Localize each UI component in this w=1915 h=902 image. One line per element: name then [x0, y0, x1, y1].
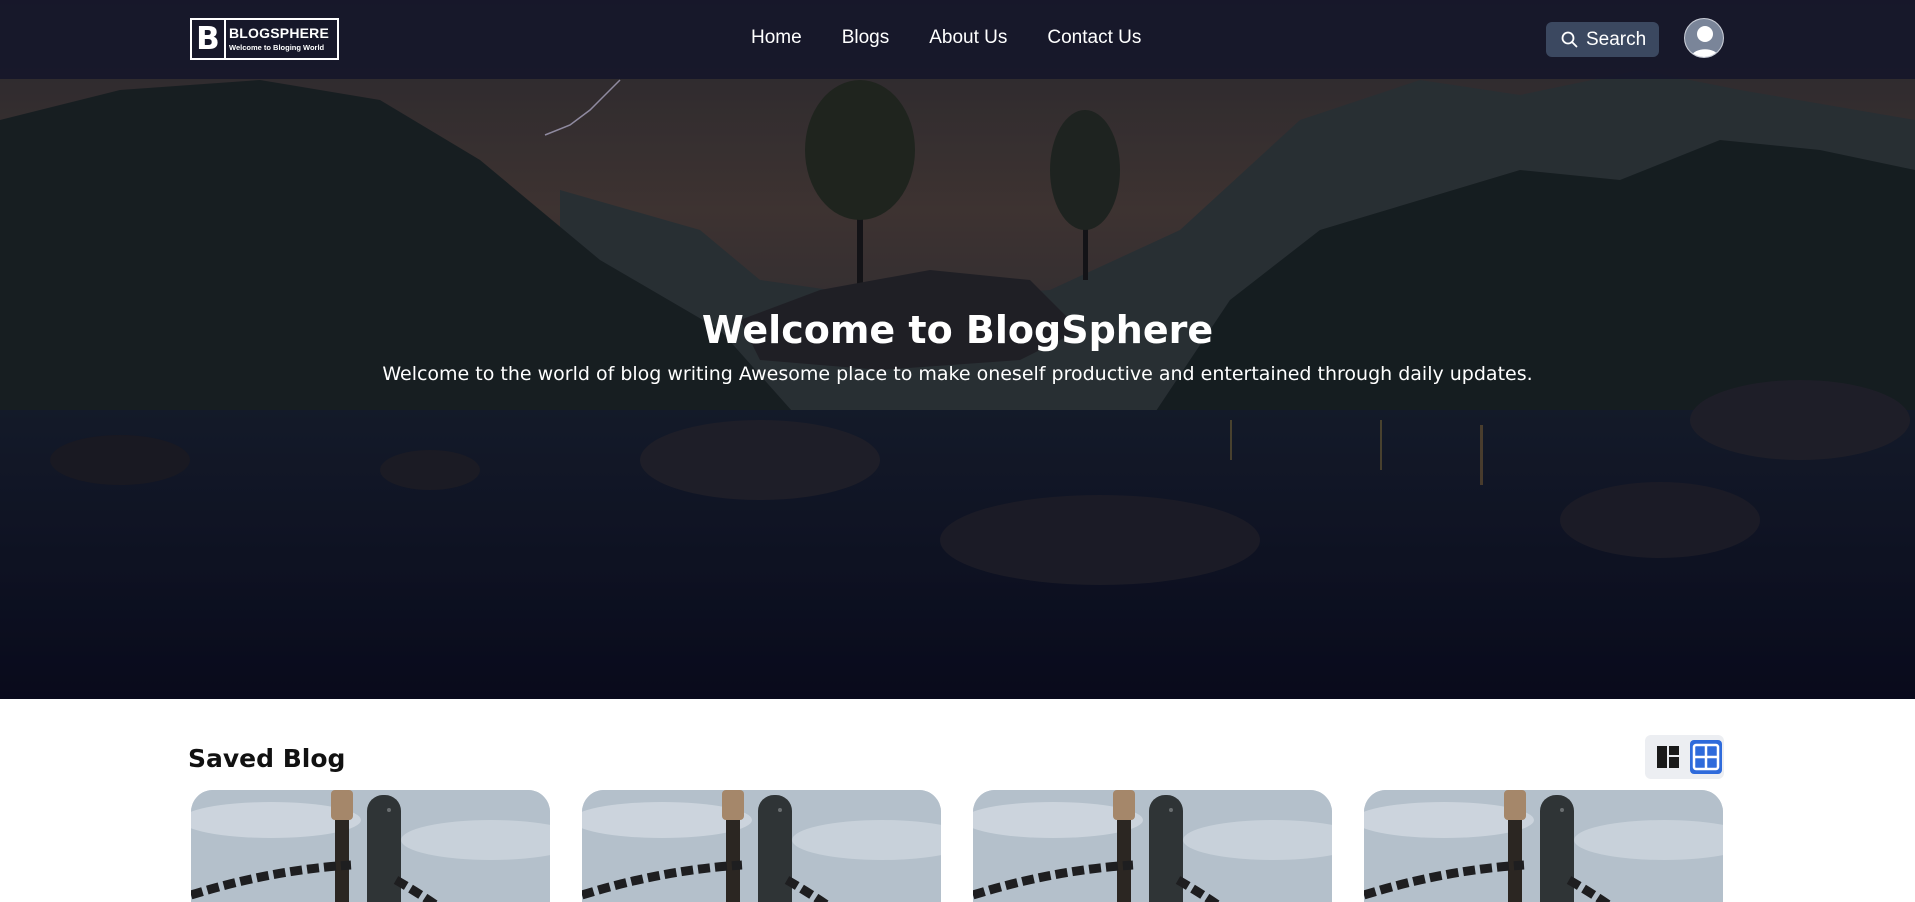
search-label: Search — [1586, 28, 1647, 50]
nav-link-home[interactable]: Home — [751, 27, 802, 49]
logo-tagline: Welcome to Bloging World — [229, 43, 325, 52]
grid-view-button[interactable] — [1690, 740, 1722, 774]
top-navbar: B BLOGSPHERE Welcome to Bloging World Ho… — [0, 0, 1915, 79]
saved-blog-cards — [191, 790, 1723, 902]
hero-subtitle: Welcome to the world of blog writing Awe… — [382, 363, 1533, 385]
masonry-layout-icon — [1657, 746, 1679, 768]
nav-link-contact-us[interactable]: Contact Us — [1047, 27, 1141, 49]
hero-title: Welcome to BlogSphere — [701, 308, 1214, 352]
nav-links: Home Blogs About Us Contact Us — [751, 27, 1181, 49]
nav-link-about-us[interactable]: About Us — [929, 27, 1007, 49]
blog-card[interactable] — [1364, 790, 1723, 902]
grid-layout-icon — [1692, 743, 1720, 771]
logo-letter-box: B — [192, 20, 226, 58]
saved-blog-title: Saved Blog — [188, 744, 346, 773]
blog-card[interactable] — [582, 790, 941, 902]
user-avatar-icon — [1685, 19, 1723, 57]
guitar-chain-image — [191, 790, 550, 902]
hero-banner: Welcome to BlogSphere Welcome to the wor… — [0, 0, 1915, 699]
search-button[interactable]: Search — [1546, 22, 1659, 57]
blog-card[interactable] — [191, 790, 550, 902]
logo-letter: B — [196, 20, 220, 57]
guitar-chain-image — [973, 790, 1332, 902]
brand-logo[interactable]: B BLOGSPHERE Welcome to Bloging World — [190, 18, 339, 60]
blog-card[interactable] — [973, 790, 1332, 902]
view-toggle — [1645, 735, 1724, 779]
masonry-view-button[interactable] — [1652, 740, 1684, 774]
guitar-chain-image — [582, 790, 941, 902]
search-icon — [1561, 31, 1578, 48]
user-avatar[interactable] — [1684, 18, 1724, 58]
nav-link-blogs[interactable]: Blogs — [842, 27, 890, 49]
guitar-chain-image — [1364, 790, 1723, 902]
logo-name: BLOGSPHERE — [229, 25, 330, 41]
logo-text: BLOGSPHERE Welcome to Bloging World — [226, 20, 337, 58]
